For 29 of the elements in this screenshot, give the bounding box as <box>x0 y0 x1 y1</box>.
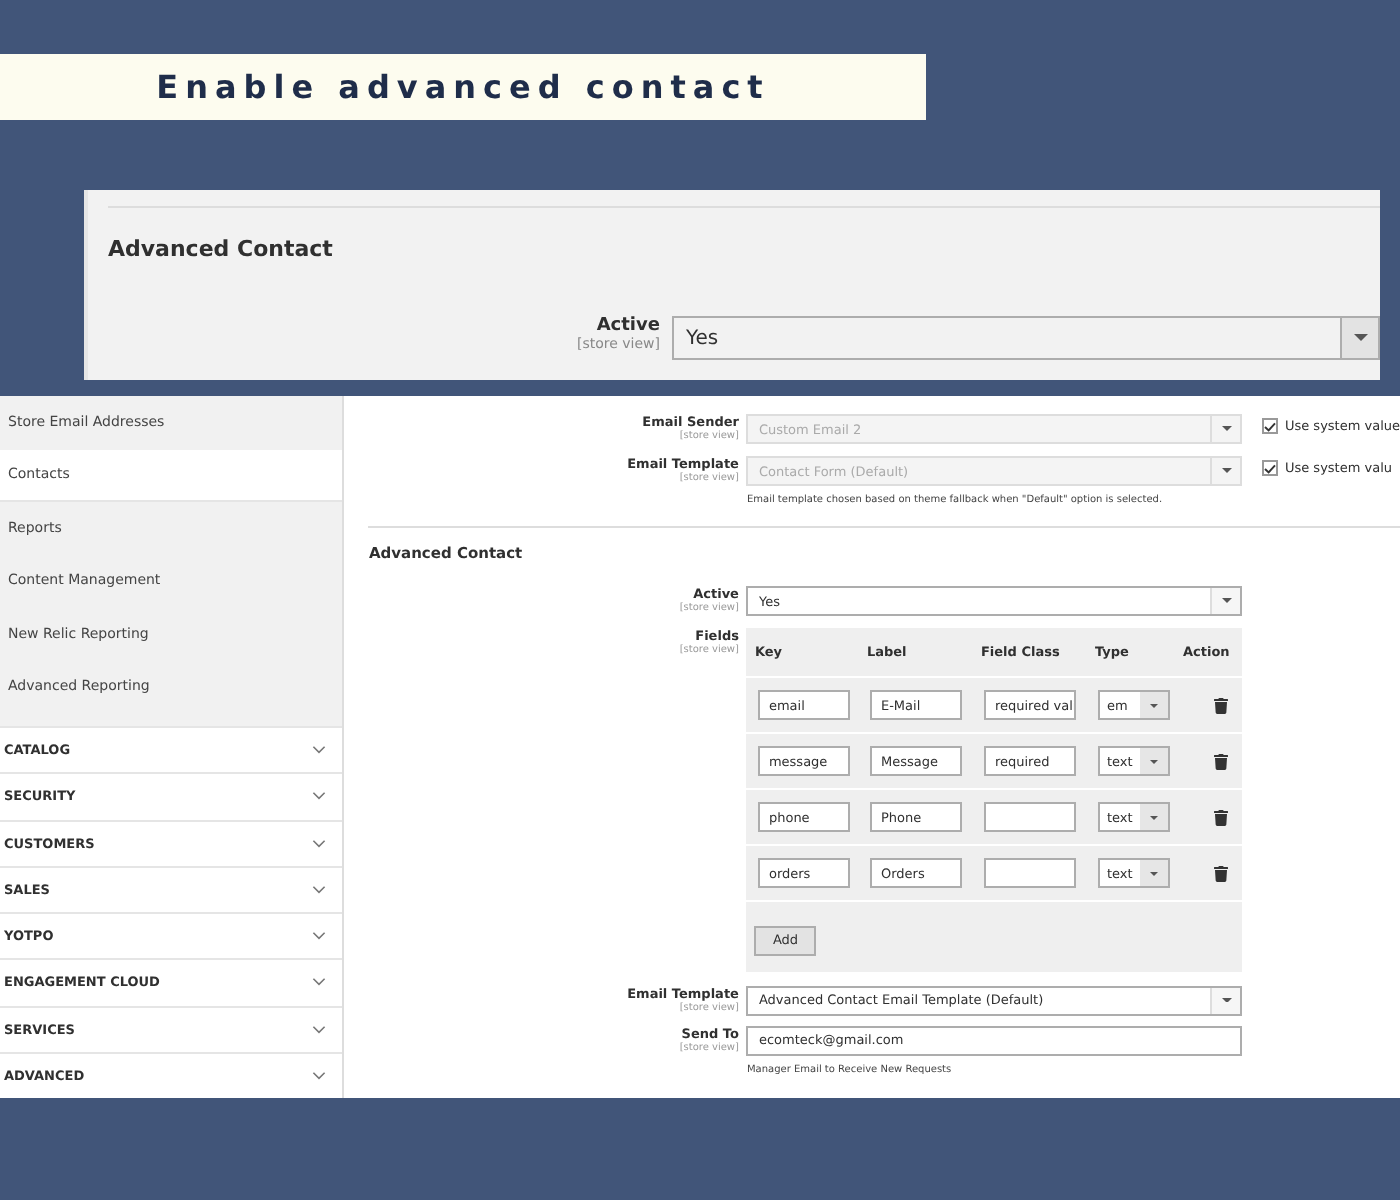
banner-title: Enable advanced contact <box>156 68 770 106</box>
checkmark-icon <box>1264 463 1277 473</box>
caret-icon <box>1150 703 1159 707</box>
chevron-down-icon <box>312 1025 327 1034</box>
trash-icon[interactable] <box>1213 865 1228 881</box>
chevron-down-icon <box>312 1071 327 1080</box>
chevron-down-icon <box>312 885 327 894</box>
field-class-input[interactable] <box>984 858 1077 888</box>
caret-icon <box>1150 871 1159 875</box>
select-field[interactable]: Yes <box>672 316 1380 360</box>
field-class-input[interactable] <box>984 802 1077 832</box>
caret-icon <box>1353 334 1367 342</box>
caret-icon <box>1221 468 1232 474</box>
caret-icon <box>1221 426 1232 432</box>
chevron-down-icon <box>312 932 327 941</box>
trash-icon[interactable] <box>1213 809 1228 825</box>
chevron-down-icon <box>312 978 327 987</box>
chevron-down-icon <box>312 746 327 755</box>
checkmark-icon <box>1264 421 1277 431</box>
section-heading: Advanced Contact <box>108 236 335 262</box>
caret-icon <box>1221 997 1232 1003</box>
caret-icon <box>1150 815 1159 819</box>
chevron-down-icon <box>312 839 327 848</box>
trash-icon[interactable] <box>1213 753 1228 769</box>
caret-icon <box>1221 598 1232 604</box>
field-label: Active <box>596 316 660 336</box>
chevron-down-icon <box>312 792 327 801</box>
trash-icon[interactable] <box>1213 697 1228 713</box>
caret-icon <box>1150 759 1159 763</box>
